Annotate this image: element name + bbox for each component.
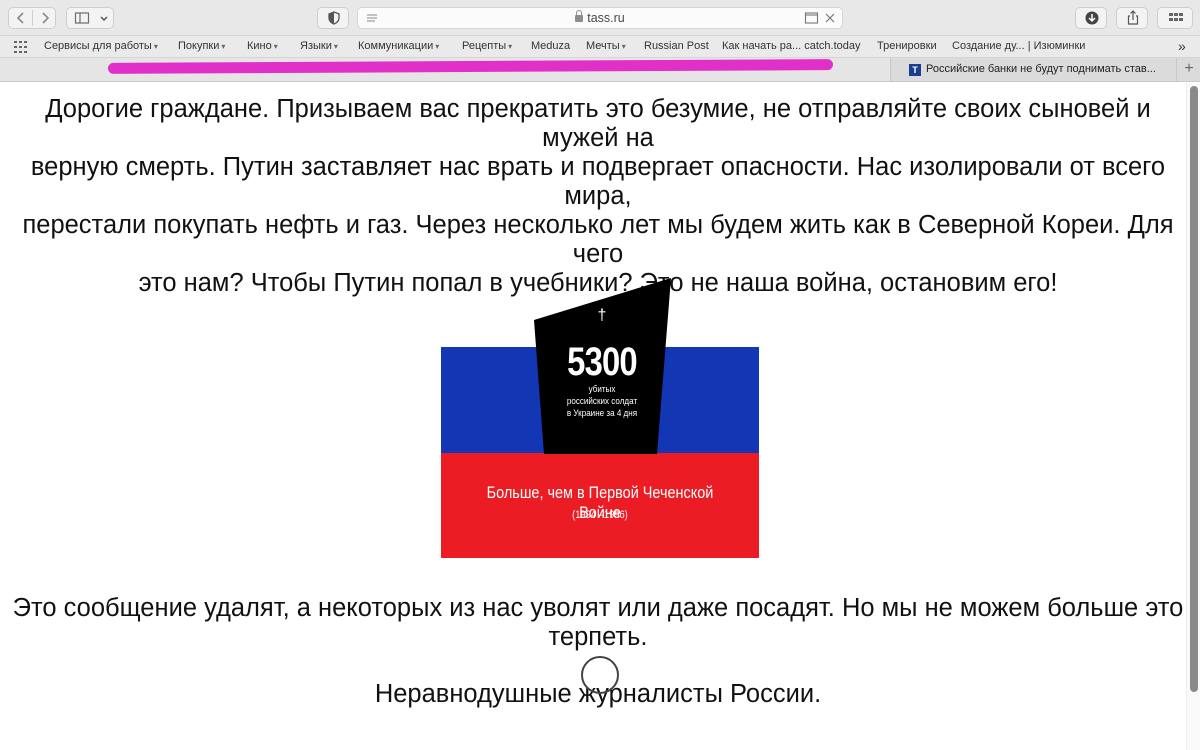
vertical-scrollbar[interactable] — [1186, 83, 1200, 750]
chevron-down-icon: ▾ — [435, 42, 440, 51]
browser-toolbar: tass.ru — [0, 0, 1200, 36]
back-icon[interactable] — [15, 8, 27, 34]
tab-active[interactable] — [0, 58, 890, 81]
scrollbar-thumb[interactable] — [1190, 86, 1198, 692]
bookmark-item[interactable]: Кино ▾ — [247, 40, 278, 52]
bookmarks-bar: Сервисы для работы ▾ Покупки ▾ Кино ▾ Языки… — [0, 36, 1200, 58]
bookmark-item[interactable]: Рецепты ▾ — [462, 40, 512, 52]
chevron-down-icon[interactable] — [99, 8, 109, 34]
caption-line: российских солдат — [566, 396, 638, 407]
caption-line: в Украине за 4 дня — [566, 408, 638, 419]
cross-icon: † — [597, 307, 607, 324]
close-icon[interactable] — [823, 10, 837, 31]
appeal-line: верную смерть. Путин заставляет нас врат… — [30, 153, 1166, 210]
tab-grid-icon — [1168, 11, 1184, 31]
apps-grid-icon[interactable] — [14, 41, 28, 56]
redaction-mark — [107, 59, 834, 74]
share-button[interactable] — [1116, 7, 1148, 29]
tab-bar: T Российские банки не будут поднимать ст… — [0, 58, 1200, 82]
tab-overview-button[interactable] — [1157, 7, 1193, 29]
picture-in-picture-icon[interactable] — [804, 10, 820, 31]
bookmark-item[interactable]: Создание ду... | Изюминки — [952, 40, 1085, 52]
bookmark-item[interactable]: Meduza — [531, 40, 570, 52]
url-text: tass.ru — [587, 11, 625, 25]
warning-paragraph: Это сообщение удалят, а некоторых из нас… — [8, 594, 1188, 652]
bookmark-item[interactable]: Покупки ▾ — [178, 40, 225, 52]
chevron-down-icon: ▾ — [621, 42, 626, 51]
bookmark-item[interactable]: Коммуникации ▾ — [358, 40, 439, 52]
appeal-paragraph: Дорогие граждане. Призываем вас прекрати… — [8, 95, 1188, 298]
caption-line: убитых — [588, 384, 616, 395]
chevron-down-icon: ▾ — [153, 42, 158, 51]
sidebar-button[interactable] — [66, 7, 114, 29]
sidebar-icon — [74, 10, 90, 32]
warning-line: терпеть. — [548, 623, 648, 651]
lock-icon — [575, 10, 584, 22]
chevron-down-icon: ▾ — [221, 42, 226, 51]
tass-favicon-icon: T — [909, 64, 921, 76]
nav-buttons — [8, 7, 56, 29]
chevron-down-icon: ▾ — [333, 42, 338, 51]
appeal-line: Дорогие граждане. Призываем вас прекрати… — [45, 95, 1151, 152]
share-icon — [1125, 9, 1141, 33]
chevron-down-icon: ▾ — [273, 42, 278, 51]
privacy-button[interactable] — [317, 7, 349, 29]
bookmark-item[interactable]: Russian Post — [644, 40, 709, 52]
address-bar[interactable]: tass.ru — [357, 7, 843, 29]
bookmark-item[interactable]: Сервисы для работы ▾ — [44, 40, 158, 52]
tab-tass-article[interactable]: T Российские банки не будут поднимать ст… — [890, 58, 1175, 81]
bookmarks-overflow-icon[interactable]: » — [1178, 38, 1186, 54]
casualty-number: 5300 — [567, 340, 638, 384]
shield-icon — [326, 10, 342, 32]
new-tab-button[interactable]: + — [1176, 58, 1200, 81]
page-content: Дорогие граждане. Призываем вас прекрати… — [0, 83, 1186, 750]
forward-icon[interactable] — [39, 8, 51, 34]
bookmark-item[interactable]: Как начать ра... catch.today — [722, 40, 861, 52]
logo-icon — [581, 656, 619, 694]
graphic-years: (1994 –1996) — [572, 509, 628, 521]
appeal-line: перестали покупать нефть и газ. Через не… — [22, 211, 1174, 268]
tab-title: Российские банки не будут поднимать став… — [926, 63, 1156, 75]
chevron-down-icon: ▾ — [508, 42, 513, 51]
warning-line: Это сообщение удалят, а некоторых из нас… — [12, 594, 1184, 622]
bookmark-item[interactable]: Тренировки — [877, 40, 937, 52]
download-icon — [1084, 10, 1100, 32]
bookmark-item[interactable]: Языки ▾ — [300, 40, 338, 52]
downloads-button[interactable] — [1075, 7, 1107, 29]
bookmark-item[interactable]: Мечты ▾ — [586, 40, 626, 52]
tombstone-text: † 5300 убитых российских солдат в Украин… — [532, 278, 672, 454]
